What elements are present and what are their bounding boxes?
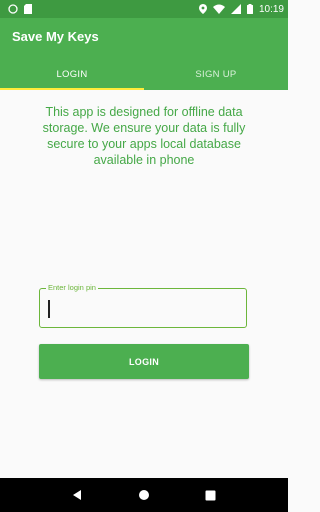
back-icon — [73, 490, 82, 500]
recents-icon — [205, 490, 216, 500]
tab-login[interactable]: LOGIN — [0, 59, 144, 90]
back-button[interactable] — [65, 483, 89, 507]
pin-field-label: Enter login pin — [46, 283, 98, 292]
app-title: Save My Keys — [12, 29, 99, 44]
circle-notification-icon — [8, 4, 18, 14]
info-text: This app is designed for offline data st… — [42, 105, 246, 167]
tab-bar: LOGIN SIGN UP — [0, 59, 288, 90]
recents-button[interactable] — [199, 483, 223, 507]
login-button[interactable]: LOGIN — [39, 344, 249, 379]
tab-sign-up[interactable]: SIGN UP — [144, 59, 288, 90]
battery-icon — [246, 4, 253, 14]
home-button[interactable] — [132, 483, 156, 507]
home-icon — [138, 490, 149, 500]
pin-input[interactable] — [46, 297, 236, 319]
status-time: 10:19 — [258, 3, 284, 15]
status-bar: 10:19 — [0, 0, 288, 18]
text-cursor — [48, 300, 50, 318]
sd-card-icon — [24, 4, 32, 14]
location-icon — [198, 4, 207, 14]
app-bar: Save My Keys LOGIN SIGN UP — [0, 18, 288, 90]
status-bar-right: 10:19 — [198, 3, 284, 15]
login-page: This app is designed for offline data st… — [0, 90, 288, 478]
pin-field[interactable]: Enter login pin — [39, 283, 247, 328]
navigation-bar — [0, 478, 288, 512]
status-bar-left — [8, 4, 32, 14]
cell-signal-icon — [230, 4, 241, 14]
wifi-icon — [212, 4, 225, 14]
